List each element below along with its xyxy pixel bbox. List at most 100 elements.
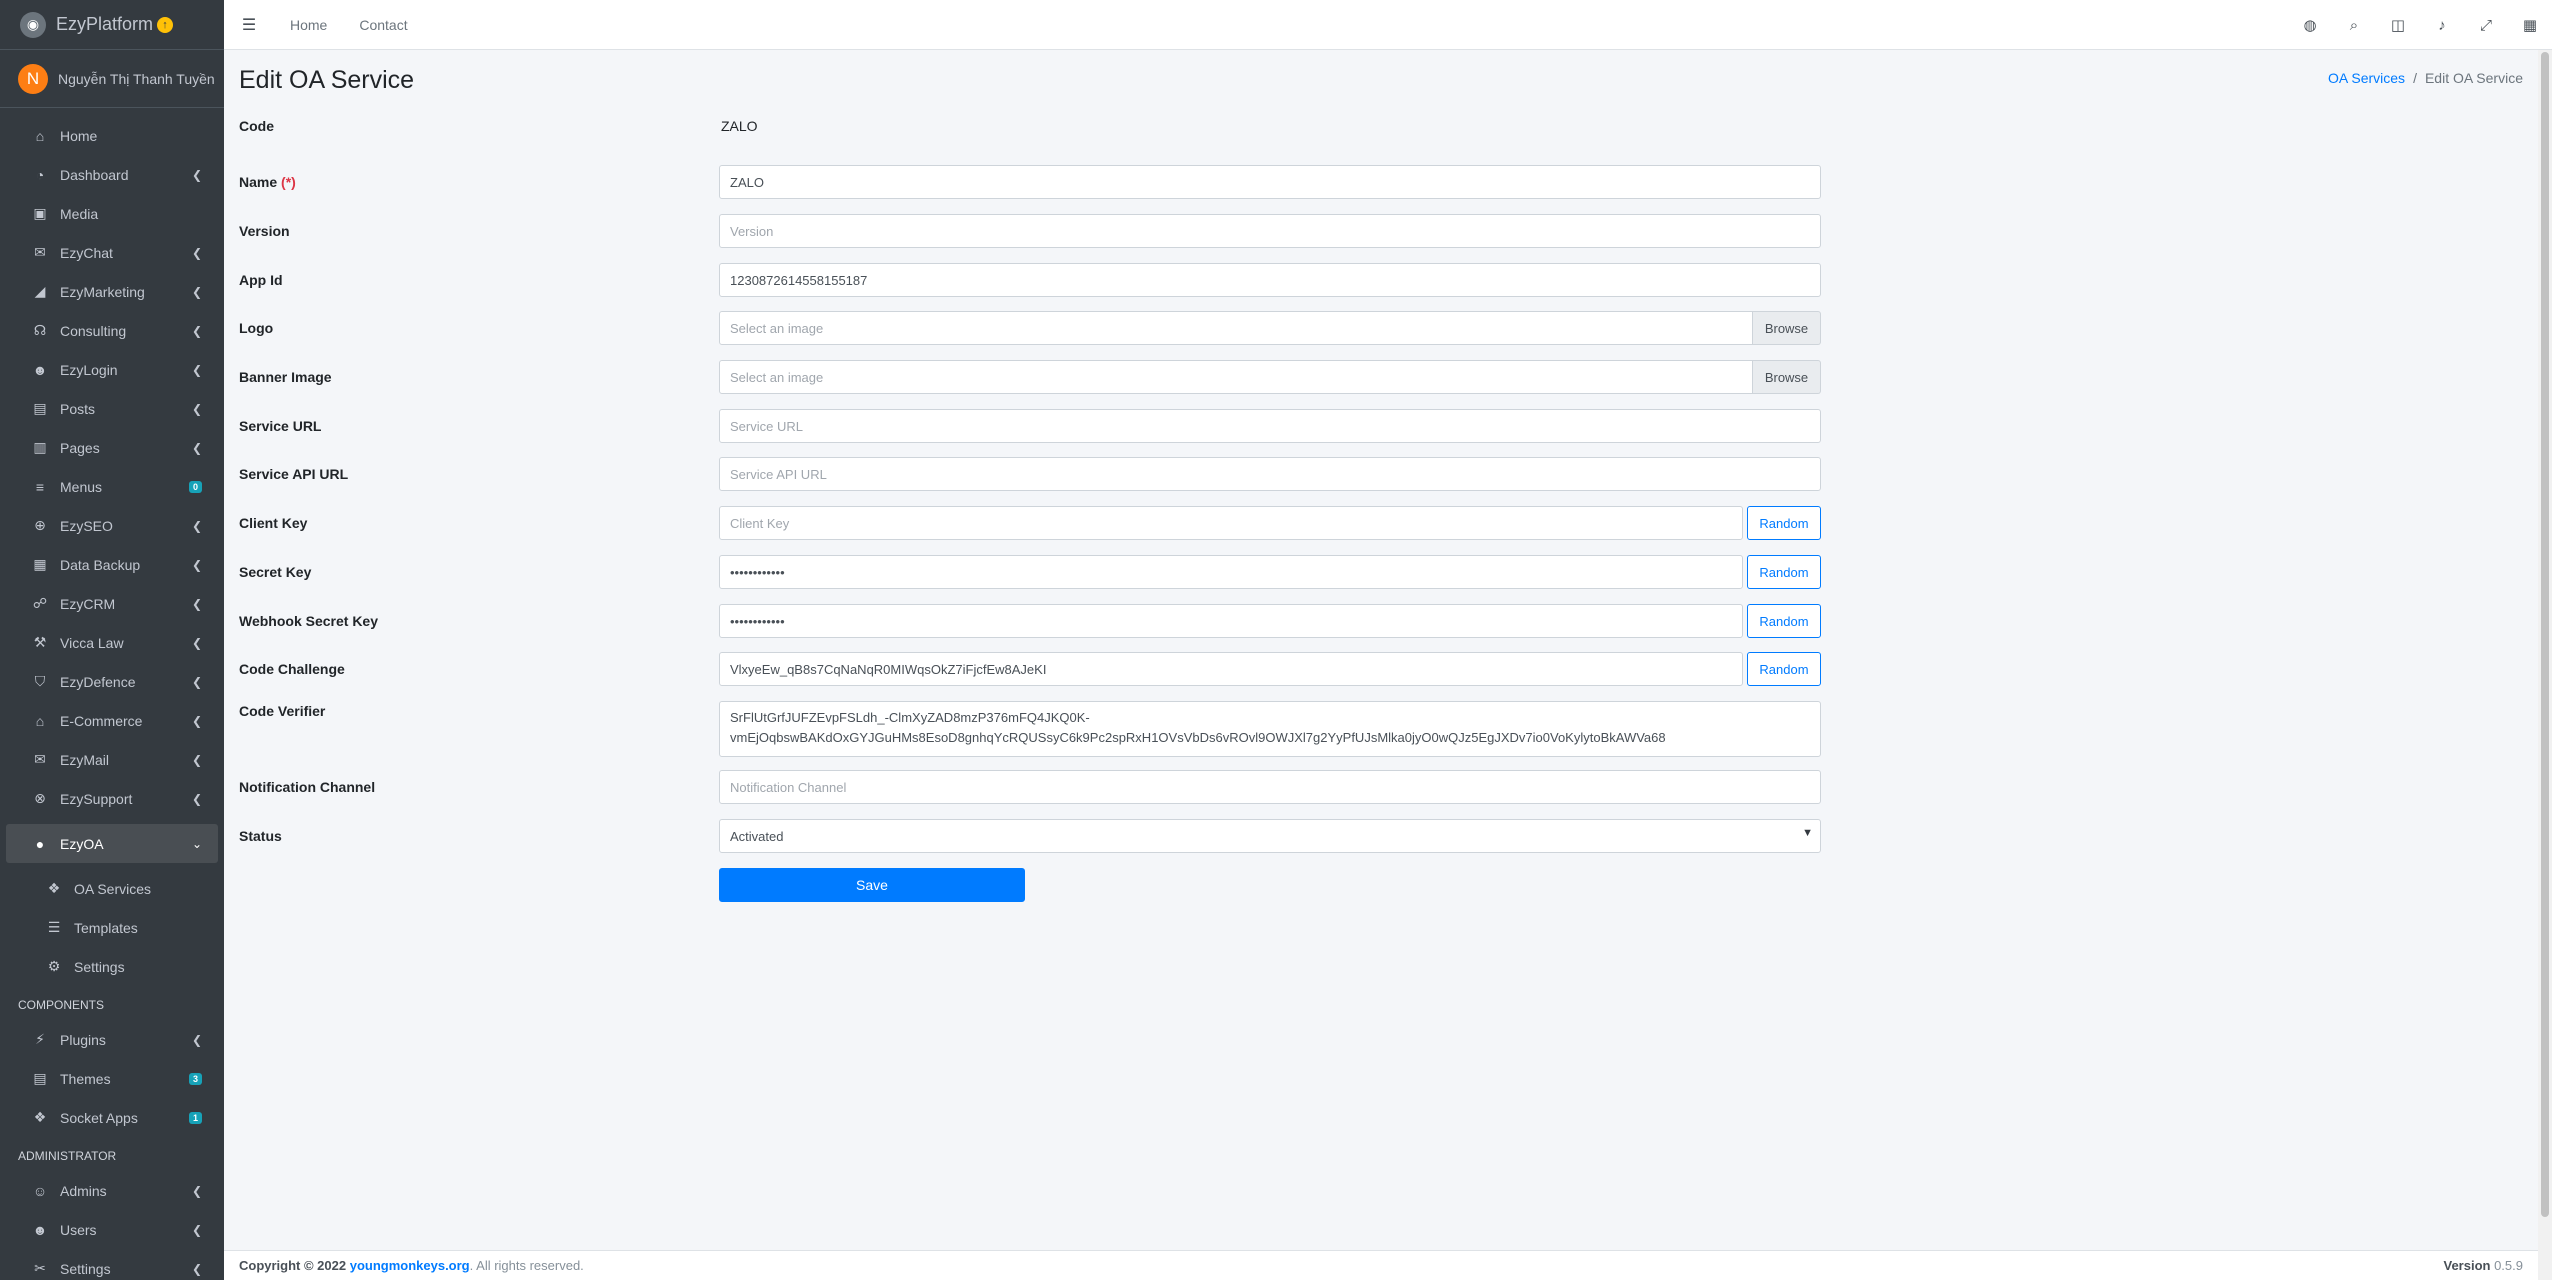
sidebar-item-label: Pages [60, 439, 100, 456]
sidebar-item-media[interactable]: ▣ Media [6, 194, 218, 233]
sidebar-item-ezycrm[interactable]: ☍ EzyCRM ❮ [6, 584, 218, 623]
webhook-secret-key-random-button[interactable]: Random [1747, 604, 1821, 638]
sidebar-item-admins[interactable]: ☺ Admins ❮ [6, 1171, 218, 1210]
sidebar-item-posts[interactable]: ▤ Posts ❮ [6, 389, 218, 428]
cogs-icon: ⚙ [47, 958, 61, 974]
apps-grid-icon[interactable]: ▦ [2508, 16, 2552, 34]
search-icon[interactable]: ⌕ [2332, 17, 2376, 34]
sidebar-item-home[interactable]: ⌂ Home [6, 116, 218, 155]
breadcrumb-oa-services[interactable]: OA Services [2328, 70, 2405, 86]
code-challenge-input[interactable] [719, 652, 1743, 686]
brand-badge-icon: ↑ [157, 16, 174, 33]
nav-link-contact[interactable]: Contact [343, 17, 423, 33]
count-badge: 0 [188, 480, 202, 493]
gavel-icon: ⚒ [33, 634, 47, 650]
sidebar-item-templates[interactable]: ☰ Templates [6, 908, 218, 947]
form-row-app-id: App Id [239, 263, 1821, 297]
form-row-status: Status Activated ▼ [239, 819, 1821, 853]
service-url-input[interactable] [719, 409, 1821, 443]
sidebar-item-socket-apps[interactable]: ❖ Socket Apps 1 [6, 1098, 218, 1137]
sidebar-item-menus[interactable]: ≡ Menus 0 [6, 467, 218, 506]
app-id-input[interactable] [719, 263, 1821, 297]
logo-browse-button[interactable]: Browse [1753, 311, 1821, 345]
sidebar-item-label: EzyMarketing [60, 283, 145, 300]
fullscreen-icon[interactable]: ⤢ [2464, 17, 2508, 34]
scrollbar-thumb[interactable] [2541, 52, 2549, 1217]
sidebar-item-dashboard[interactable]: ◔ Dashboard ❮ [6, 155, 218, 194]
sidebar-item-settings[interactable]: ✂ Settings ❮ [6, 1249, 218, 1280]
client-key-input[interactable] [719, 506, 1743, 540]
sidebar-item-ezychat[interactable]: ✉ EzyChat ❮ [6, 233, 218, 272]
sidebar-item-ezymail[interactable]: ✉ EzyMail ❮ [6, 740, 218, 779]
footer: Copyright © 2022 youngmonkeys.org. All r… [224, 1250, 2538, 1280]
user-name: Nguyễn Thị Thanh Tuyền [58, 70, 215, 87]
sidebar-item-label: Templates [74, 919, 138, 936]
code-label: Code [239, 118, 274, 134]
sidebar-item-data-backup[interactable]: ▦ Data Backup ❮ [6, 545, 218, 584]
required-marker: (*) [281, 174, 296, 190]
tools-icon: ✂ [34, 1260, 46, 1276]
search-plus-icon: ⊕ [34, 517, 46, 533]
banner-image-input[interactable] [719, 360, 1753, 394]
sidebar-item-ezydefence[interactable]: ⛉ EzyDefence ❮ [6, 662, 218, 701]
brand-name: EzyPlatform [56, 14, 154, 34]
status-select[interactable]: Activated [719, 819, 1821, 853]
chevron-left-icon: ❮ [191, 596, 202, 611]
sidebar-item-ezylogin[interactable]: ☻ EzyLogin ❮ [6, 350, 218, 389]
sidebar-item-oa-settings[interactable]: ⚙ Settings [6, 947, 218, 986]
sidebar-item-label: Settings [74, 958, 125, 975]
form-row-code: Code ZALO [239, 118, 1821, 134]
sidebar-item-pages[interactable]: ▥ Pages ❮ [6, 428, 218, 467]
sidebar-item-ezyoa[interactable]: ● EzyOA ⌄ [6, 824, 218, 863]
copyright: Copyright © 2022 youngmonkeys.org. All r… [239, 1258, 584, 1273]
sidebar-item-e-commerce[interactable]: ⌂ E-Commerce ❮ [6, 701, 218, 740]
webhook-secret-key-input[interactable] [719, 604, 1743, 638]
sidebar-item-label: EzySupport [60, 790, 133, 807]
nav-link-home[interactable]: Home [274, 17, 343, 33]
hamburger-menu-icon[interactable]: ☰ [224, 15, 274, 35]
sidebar-item-consulting[interactable]: ☊ Consulting ❮ [6, 311, 218, 350]
sidebar-item-label: Settings [60, 1260, 111, 1277]
chevron-left-icon: ❮ [191, 323, 202, 338]
dashboard-icon: ◔ [35, 166, 45, 183]
form-row-secret-key: Secret Key Random [239, 555, 1821, 589]
code-verifier-textarea[interactable]: SrFlUtGrfJUFZEvpFSLdh_-ClmXyZAD8mzP376mF… [719, 701, 1821, 757]
version-input[interactable] [719, 214, 1821, 248]
messages-icon[interactable]: ◫ [2376, 16, 2420, 34]
form-row-name: Name (*) [239, 165, 1821, 199]
chevron-left-icon: ❮ [191, 245, 202, 260]
sidebar-item-plugins[interactable]: ⚡ Plugins ❮ [6, 1020, 218, 1059]
user-panel[interactable]: N Nguyễn Thị Thanh Tuyền [0, 50, 224, 108]
bell-icon[interactable]: ♪ [2420, 17, 2464, 34]
globe-icon[interactable]: ◍ [2288, 16, 2332, 34]
sidebar-item-ezyseo[interactable]: ⊕ EzySEO ❮ [6, 506, 218, 545]
name-input[interactable] [719, 165, 1821, 199]
chevron-left-icon: ❮ [191, 1183, 202, 1198]
client-key-random-button[interactable]: Random [1747, 506, 1821, 540]
banner-browse-button[interactable]: Browse [1753, 360, 1821, 394]
client-key-label: Client Key [239, 515, 308, 531]
service-api-url-input[interactable] [719, 457, 1821, 491]
name-label: Name (*) [239, 174, 719, 190]
sidebar-item-label: EzyOA [60, 835, 104, 852]
chevron-left-icon: ❮ [191, 635, 202, 650]
breadcrumb-separator: / [2413, 70, 2417, 86]
sidebar-item-oa-services[interactable]: ❖ OA Services [6, 869, 218, 908]
sidebar-item-themes[interactable]: ▤ Themes 3 [6, 1059, 218, 1098]
footer-link[interactable]: youngmonkeys.org [350, 1258, 470, 1273]
sidebar-item-label: Dashboard [60, 166, 129, 183]
page-scrollbar[interactable] [2538, 50, 2552, 1280]
secret-key-input[interactable] [719, 555, 1743, 589]
sidebar-item-label: Media [60, 205, 99, 222]
sidebar-item-vicca-law[interactable]: ⚒ Vicca Law ❮ [6, 623, 218, 662]
handshake-icon: ☍ [32, 595, 48, 611]
sidebar-item-ezysupport[interactable]: ⊗ EzySupport ❮ [6, 779, 218, 818]
sidebar-item-ezymarketing[interactable]: ◢ EzyMarketing ❮ [6, 272, 218, 311]
brand[interactable]: ◉ EzyPlatform ↑ [0, 0, 224, 50]
logo-input[interactable] [719, 311, 1753, 345]
save-button[interactable]: Save [719, 868, 1025, 902]
secret-key-random-button[interactable]: Random [1747, 555, 1821, 589]
code-challenge-random-button[interactable]: Random [1747, 652, 1821, 686]
sidebar-item-users[interactable]: ☻ Users ❮ [6, 1210, 218, 1249]
notification-channel-input[interactable] [719, 770, 1821, 804]
